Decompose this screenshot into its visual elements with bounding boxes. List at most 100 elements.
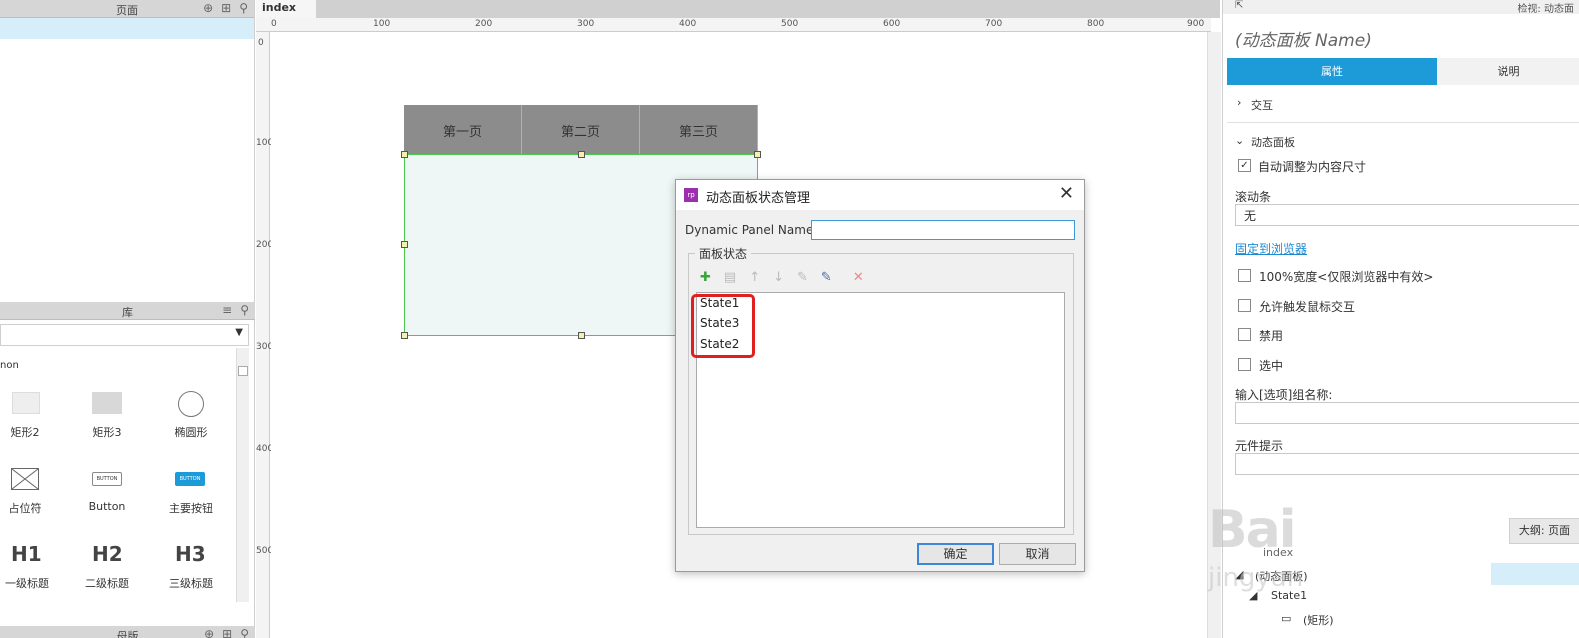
- search-icon[interactable]: ⚲: [240, 627, 249, 638]
- auto-fit-checkbox[interactable]: ✓: [1238, 159, 1251, 172]
- tooltip-input[interactable]: [1235, 453, 1579, 475]
- duplicate-state-icon[interactable]: ▤: [724, 270, 736, 285]
- cancel-button[interactable]: 取消: [999, 543, 1076, 565]
- move-up-icon[interactable]: ↑: [749, 270, 760, 285]
- panel-state-dialog: rp 动态面板状态管理 ✕ Dynamic Panel Name: 面板状态 ✚…: [675, 179, 1085, 572]
- ruler-tick: 800: [1087, 19, 1105, 29]
- dynamic-panel-section[interactable]: 动态面板: [1251, 134, 1295, 150]
- ellipse-widget-icon[interactable]: [178, 391, 204, 417]
- outline-tab[interactable]: 大纲: 页面: [1509, 518, 1579, 544]
- delete-state-icon[interactable]: ✕: [853, 270, 864, 285]
- widget-label: Button: [88, 500, 126, 513]
- h2-widget-icon[interactable]: H2: [92, 542, 123, 566]
- search-icon[interactable]: ⚲: [239, 1, 248, 15]
- panel-name-label: Dynamic Panel Name:: [685, 223, 818, 237]
- scrollbar-select[interactable]: 无: [1235, 204, 1579, 226]
- resize-handle[interactable]: [401, 332, 408, 339]
- widget-label: 椭圆形: [174, 426, 208, 439]
- annotation-highlight-box: [691, 294, 755, 358]
- tab-notes[interactable]: 说明: [1437, 58, 1579, 85]
- search-icon[interactable]: ⚲: [240, 303, 249, 317]
- menu-item-page2[interactable]: 第二页: [522, 105, 640, 155]
- placeholder-widget-icon[interactable]: [11, 468, 39, 490]
- panel-name-display[interactable]: (动态面板 Name): [1235, 26, 1372, 51]
- mouse-interaction-checkbox[interactable]: [1238, 299, 1251, 312]
- edit-all-icon[interactable]: ✎: [821, 270, 832, 285]
- ok-button[interactable]: 确定: [917, 543, 994, 565]
- tab-properties[interactable]: 属性: [1227, 58, 1437, 85]
- interactions-section[interactable]: 交互: [1251, 97, 1273, 113]
- library-scrollbar[interactable]: [236, 348, 249, 602]
- selected-checkbox[interactable]: [1238, 358, 1251, 371]
- add-state-icon[interactable]: ✚: [700, 270, 711, 285]
- h3-widget-icon[interactable]: H3: [175, 542, 206, 566]
- rect2-widget-icon[interactable]: [12, 392, 40, 414]
- panel-states-title: 面板状态: [695, 245, 752, 262]
- widget-label: 矩形2: [10, 426, 40, 439]
- widget-label: 一级标题: [5, 577, 49, 590]
- resize-handle[interactable]: [401, 241, 408, 248]
- rectangle-icon: ▭: [1281, 612, 1292, 625]
- close-icon[interactable]: ✕: [1059, 183, 1074, 204]
- outline-item[interactable]: (矩形): [1303, 612, 1334, 628]
- horizontal-ruler: 0 100 200 300 400 500 600 700 800 900: [256, 18, 1211, 32]
- library-pane-title: 库: [122, 306, 133, 319]
- tab-index[interactable]: index ×: [256, 0, 316, 27]
- ruler-tick: 700: [985, 19, 1003, 29]
- editor-tab-bar: [256, 0, 1220, 18]
- scrollbar-value: 无: [1244, 209, 1257, 223]
- inspector-topbar: ⇱ 检视: 动态面: [1223, 0, 1579, 15]
- app-logo-icon: rp: [684, 188, 698, 202]
- ruler-tick: 600: [883, 19, 901, 29]
- ruler-tick: 900: [1187, 19, 1205, 29]
- vertical-ruler: 0 100 200 300 400 500: [256, 32, 273, 638]
- button-widget-icon[interactable]: BUTTON: [92, 472, 122, 486]
- resize-handle[interactable]: [578, 332, 585, 339]
- pages-pane-header: 页面 ⊕ ⊞ ⚲: [0, 0, 254, 18]
- divider: [1227, 122, 1579, 123]
- resize-handle[interactable]: [754, 151, 761, 158]
- selected-page-row[interactable]: [0, 18, 254, 39]
- h1-widget-icon[interactable]: H1: [11, 542, 42, 566]
- widget-label: 三级标题: [169, 577, 213, 590]
- tooltip-label: 元件提示: [1235, 439, 1284, 453]
- widget-grid: non 矩形2 矩形3 椭圆形 BUTTON BUTTON 占位符 Button…: [0, 348, 237, 602]
- menu-item-page1[interactable]: 第一页: [404, 105, 522, 155]
- full-width-label: 100%宽度<仅限浏览器中有效>: [1259, 270, 1434, 284]
- chevron-right-icon[interactable]: ›: [1237, 96, 1241, 109]
- add-folder-icon[interactable]: ⊞: [221, 1, 231, 15]
- ruler-tick: 200: [475, 19, 493, 29]
- widget-label: 矩形3: [92, 426, 122, 439]
- library-section-label: non: [0, 360, 19, 371]
- add-page-icon[interactable]: ⊕: [203, 1, 213, 15]
- full-width-checkbox[interactable]: [1238, 269, 1251, 282]
- group-name-input[interactable]: [1235, 402, 1579, 424]
- library-select[interactable]: ▼: [0, 324, 249, 346]
- library-pane-header: 库 ≡ ⚲: [0, 302, 255, 320]
- primary-button-widget-icon[interactable]: BUTTON: [175, 472, 205, 486]
- resize-handle[interactable]: [401, 151, 408, 158]
- disabled-checkbox[interactable]: [1238, 328, 1251, 341]
- collapse-icon[interactable]: ⇱: [1235, 0, 1243, 11]
- add-folder-icon[interactable]: ⊞: [222, 627, 232, 638]
- edit-state-icon[interactable]: ✎: [797, 270, 808, 285]
- menu-item-page3[interactable]: 第三页: [640, 105, 758, 155]
- chevron-down-icon[interactable]: ⌄: [1235, 134, 1244, 147]
- menu-icon[interactable]: ≡: [222, 303, 232, 317]
- move-down-icon[interactable]: ↓: [773, 270, 784, 285]
- resize-handle[interactable]: [578, 151, 585, 158]
- widget-label: 主要按钮: [169, 502, 213, 515]
- add-master-icon[interactable]: ⊕: [204, 627, 214, 638]
- tab-label: index: [262, 1, 297, 14]
- panel-name-input[interactable]: [811, 220, 1075, 240]
- ruler-tick: 300: [577, 19, 595, 29]
- inspector-header: 检视: 动态面: [1517, 4, 1574, 15]
- widget-label: 占位符: [8, 502, 42, 515]
- ruler-tick: 400: [679, 19, 697, 29]
- pin-to-browser-link[interactable]: 固定到浏览器: [1235, 240, 1307, 257]
- rect3-widget-icon[interactable]: [92, 392, 122, 414]
- auto-fit-label: 自动调整为内容尺寸: [1258, 160, 1367, 174]
- scroll-thumb[interactable]: [238, 366, 248, 376]
- scrollbar-label: 滚动条: [1235, 190, 1272, 204]
- masters-pane-header: 母版 ⊕ ⊞ ⚲: [0, 626, 255, 638]
